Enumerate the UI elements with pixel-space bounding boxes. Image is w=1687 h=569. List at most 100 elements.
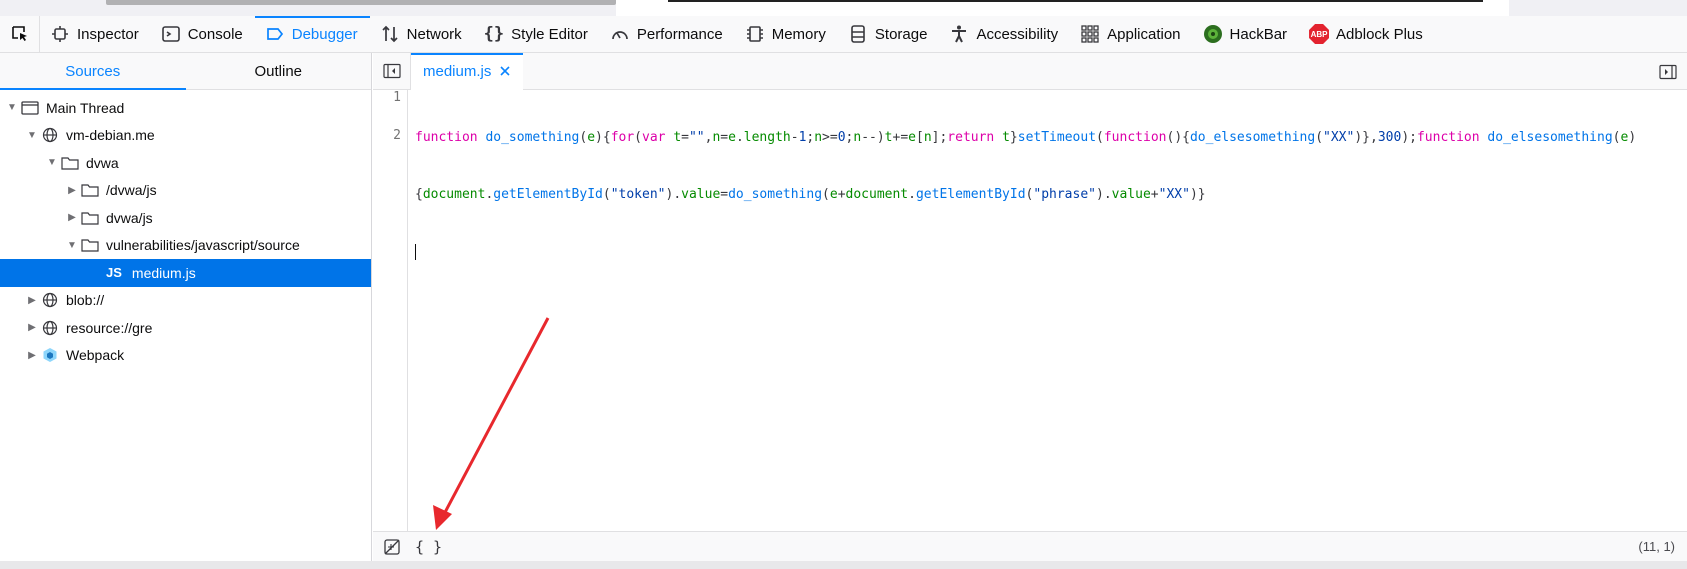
code-line-1[interactable]: function do_something(e){for(var t="",n=… (415, 128, 1685, 147)
tree-node-label: /dvwa/js (106, 182, 157, 199)
tab-style-editor[interactable]: {} Style Editor (474, 16, 600, 52)
tree-node-label: vm-debian.me (66, 127, 155, 144)
tab-accessibility[interactable]: Accessibility (939, 16, 1070, 52)
tree-node-blob[interactable]: ▶ blob:// (0, 287, 371, 315)
console-icon (161, 26, 180, 42)
tab-label: HackBar (1229, 25, 1288, 43)
tree-node-medium-js[interactable]: JS medium.js (0, 259, 371, 287)
collapsed-arrow-icon[interactable]: ▶ (64, 210, 80, 226)
style-editor-icon: {} (483, 24, 505, 44)
tree-node-label: blob:// (66, 292, 105, 309)
code-area[interactable]: 1 2 function do_something(e){for(var t="… (373, 90, 1687, 531)
tab-label: Adblock Plus (1336, 25, 1423, 43)
sidebar-collapse-icon (382, 63, 401, 79)
line-number[interactable]: 2 (393, 128, 401, 143)
toggle-sources-panel-button[interactable] (373, 52, 411, 90)
tree-node-vm-debian[interactable]: ▼ vm-debian.me (0, 122, 371, 150)
tab-label: Sources (65, 62, 121, 80)
sources-sidebar: Sources Outline ▼ Main Thread ▼ vm-debia… (0, 53, 372, 569)
tree-node-label: Webpack (66, 347, 125, 364)
tree-node-dvwa-js-root[interactable]: ▶ /dvwa/js (0, 177, 371, 205)
tab-sources[interactable]: Sources (0, 53, 186, 90)
tab-debugger[interactable]: Debugger (254, 16, 370, 52)
bottom-scrollbar-strip (0, 561, 1687, 569)
globe-icon (40, 318, 60, 338)
line-number[interactable]: 1 (393, 90, 401, 105)
source-tab-medium-js[interactable]: medium.js (411, 52, 524, 90)
hackbar-icon (1203, 25, 1222, 43)
collapsed-arrow-icon[interactable]: ▶ (24, 347, 40, 363)
tab-label: Accessibility (976, 25, 1059, 43)
tab-label: Outline (254, 62, 303, 80)
tab-label: Console (187, 25, 243, 43)
tab-memory[interactable]: Memory (735, 16, 838, 52)
tree-node-label: dvwa/js (106, 209, 153, 226)
tree-node-label: vulnerabilities/javascript/source (106, 237, 300, 254)
tab-storage[interactable]: Storage (838, 16, 940, 52)
thread-icon (20, 98, 40, 118)
close-icon[interactable] (499, 65, 511, 77)
adblock-plus-icon: ABP (1309, 24, 1330, 44)
code-content[interactable]: function do_something(e){for(var t="",n=… (415, 90, 1685, 299)
text-cursor (415, 243, 416, 260)
expanded-arrow-icon[interactable]: ▼ (4, 100, 20, 116)
tab-label: Performance (636, 25, 723, 43)
tree-node-dvwa-js[interactable]: ▶ dvwa/js (0, 204, 371, 232)
tab-adblock-plus[interactable]: ABP Adblock Plus (1299, 16, 1435, 52)
tab-outline[interactable]: Outline (186, 53, 372, 89)
element-picker-button[interactable] (0, 16, 40, 52)
tab-network[interactable]: Network (370, 16, 474, 52)
expanded-arrow-icon[interactable]: ▼ (64, 237, 80, 253)
pretty-print-button[interactable]: { } (415, 538, 442, 556)
tab-hackbar[interactable]: HackBar (1193, 16, 1300, 52)
line-number-gutter[interactable]: 1 2 (373, 90, 408, 531)
code-line-1-wrap[interactable]: {document.getElementById("token").value=… (415, 185, 1685, 204)
network-icon (382, 25, 398, 43)
debugger-icon (266, 28, 283, 40)
tree-node-dvwa[interactable]: ▼ dvwa (0, 149, 371, 177)
tree-node-label: Main Thread (46, 99, 125, 116)
page-scrollbar[interactable] (106, 0, 616, 5)
expanded-arrow-icon[interactable]: ▼ (24, 127, 40, 143)
tree-node-main-thread[interactable]: ▼ Main Thread (0, 94, 371, 122)
tab-label: Network (406, 25, 462, 43)
tree-node-vuln-source[interactable]: ▼ vulnerabilities/javascript/source (0, 232, 371, 260)
tree-node-resource-gre[interactable]: ▶ resource://gre (0, 314, 371, 342)
code-line-2[interactable] (415, 242, 1685, 261)
memory-icon (746, 26, 763, 42)
editor-tab-bar: medium.js (373, 52, 1687, 90)
tab-console[interactable]: Console (151, 16, 255, 52)
tab-label: Storage (874, 25, 928, 43)
globe-icon (40, 125, 60, 145)
performance-icon (611, 31, 628, 40)
collapsed-arrow-icon[interactable]: ▶ (64, 182, 80, 198)
collapsed-arrow-icon[interactable]: ▶ (24, 320, 40, 336)
element-picker-icon (11, 26, 27, 41)
accessibility-icon (952, 25, 967, 43)
blackbox-button[interactable] (373, 538, 411, 556)
tree-node-webpack[interactable]: ▶ Webpack (0, 342, 371, 370)
collapsed-arrow-icon[interactable]: ▶ (24, 292, 40, 308)
webpack-icon (40, 345, 60, 365)
tab-label: Debugger (291, 25, 358, 43)
blackbox-icon (384, 538, 400, 555)
tab-label: Inspector (77, 25, 139, 43)
devtools-toolbar: Inspector Console Debugger Network {} St… (0, 16, 1687, 53)
tab-label: Style Editor (511, 25, 588, 43)
tab-label: Application (1107, 25, 1181, 43)
expanded-arrow-icon[interactable]: ▼ (44, 155, 60, 171)
toggle-debug-panel-button[interactable] (1649, 53, 1687, 90)
tab-inspector[interactable]: Inspector (40, 16, 151, 52)
storage-icon (851, 25, 865, 43)
cursor-position: (11, 1) (1638, 539, 1675, 554)
tab-performance[interactable]: Performance (600, 16, 735, 52)
sources-tree: ▼ Main Thread ▼ vm-debian.me ▼ dvwa ▶ /d… (0, 90, 371, 369)
globe-icon (40, 290, 60, 310)
source-editor-pane: medium.js 1 2 function do_something(e){f… (373, 52, 1687, 569)
page-content-area (616, 0, 1509, 16)
source-tab-label: medium.js (423, 62, 492, 80)
editor-footer: { } (11, 1) (373, 531, 1687, 561)
tab-application[interactable]: Application (1070, 16, 1192, 52)
folder-icon (80, 180, 100, 200)
application-icon (1081, 25, 1099, 43)
